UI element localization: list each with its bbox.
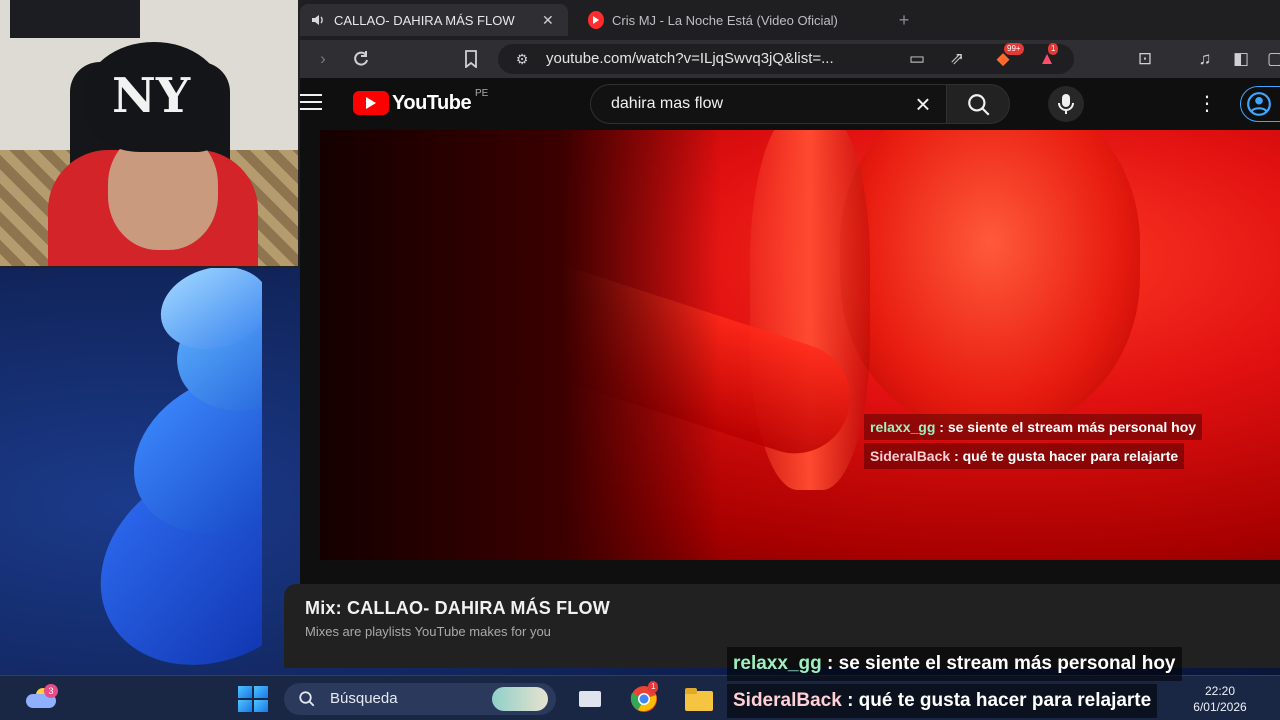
chat-text: : qué te gusta hacer para relajarte xyxy=(847,690,1152,711)
stream-chat-message: relaxx_gg : se siente el stream más pers… xyxy=(727,647,1182,681)
search-highlight-icon xyxy=(492,687,548,711)
audio-playing-icon xyxy=(310,12,326,28)
cast-icon[interactable]: ▭ xyxy=(904,46,930,72)
rewards-badge: 1 xyxy=(1048,43,1059,55)
taskbar-search-input[interactable]: Búsqueda xyxy=(284,683,556,715)
share-icon[interactable]: ⇗ xyxy=(944,46,970,72)
task-view-icon[interactable] xyxy=(576,685,604,713)
youtube-logo[interactable]: YouTube xyxy=(353,91,472,115)
chat-text: : se siente el stream más personal hoy xyxy=(827,653,1176,674)
wall-picture-frame xyxy=(10,0,140,38)
menu-hamburger-icon[interactable] xyxy=(300,94,322,114)
url-text: youtube.com/watch?v=ILjqSwvq3jQ&list=... xyxy=(546,50,834,67)
stream-chat-message: SideralBack : qué te gusta hacer para re… xyxy=(727,684,1158,718)
video-chat-message: relaxx_gg : se siente el stream más pers… xyxy=(864,414,1203,440)
video-subject-face xyxy=(840,130,1140,430)
screen: NY CALLAO- DAHIRA MÁS FLOW ✕ Cris MJ - L… xyxy=(0,0,1280,720)
webcam-overlay: NY xyxy=(0,0,300,268)
video-player[interactable]: relaxx_gg : se siente el stream más pers… xyxy=(320,130,1280,560)
more-options-icon[interactable]: ⋮ xyxy=(1195,92,1219,116)
chrome-icon[interactable]: 1 xyxy=(630,681,659,713)
new-tab-plus-icon[interactable]: + xyxy=(892,8,916,32)
windows-bloom-graphic xyxy=(0,268,262,678)
clock-time: 22:20 xyxy=(1204,684,1236,698)
weather-widget-icon[interactable]: 3 xyxy=(24,684,58,712)
sidebar-icon[interactable]: ◧ xyxy=(1228,46,1254,72)
chat-text: : qué te gusta hacer para relajarte xyxy=(954,448,1179,464)
close-tab-icon[interactable]: ✕ xyxy=(542,12,554,29)
youtube-favicon-icon xyxy=(588,11,604,29)
video-chat-message: SideralBack : qué te gusta hacer para re… xyxy=(864,443,1185,469)
chat-text: : se siente el stream más personal hoy xyxy=(939,419,1197,435)
brave-shields-icon[interactable]: ◆ 99+ xyxy=(990,43,1024,72)
microphone-icon xyxy=(1058,94,1074,114)
clock-date: 6/01/2026 xyxy=(1193,700,1247,714)
weather-badge: 3 xyxy=(44,684,58,698)
cap-logo: NY xyxy=(112,68,191,124)
tab-bar: CALLAO- DAHIRA MÁS FLOW ✕ Cris MJ - La N… xyxy=(300,0,1280,40)
playlist-subtitle: Mixes are playlists YouTube makes for yo… xyxy=(305,624,551,639)
chat-username: SideralBack xyxy=(733,690,842,711)
youtube-play-logo-icon xyxy=(353,91,389,115)
tab-callao-dahira[interactable]: CALLAO- DAHIRA MÁS FLOW ✕ xyxy=(300,4,568,36)
browser-toolbar: › ⚙ youtube.com/watch?v=ILjqSwvq3jQ&list… xyxy=(300,40,1280,78)
browser-window: CALLAO- DAHIRA MÁS FLOW ✕ Cris MJ - La N… xyxy=(300,0,1280,668)
youtube-logo-text: YouTube xyxy=(392,91,472,114)
media-controls-icon[interactable]: ♫ xyxy=(1192,46,1218,72)
tab-title: Cris MJ - La Noche Está (Video Oficial) xyxy=(612,12,838,28)
tab-search-icon[interactable]: ⊡ xyxy=(1132,46,1158,72)
youtube-search-input[interactable]: dahira mas flow × xyxy=(590,84,946,124)
brave-rewards-icon[interactable]: ▲ 1 xyxy=(1034,43,1060,72)
chat-username: relaxx_gg xyxy=(870,419,936,435)
bookmark-icon[interactable] xyxy=(458,46,484,72)
system-clock[interactable]: 22:20 6/01/2026 xyxy=(1180,683,1260,715)
forward-icon[interactable]: › xyxy=(310,46,336,72)
search-icon xyxy=(968,94,990,116)
tab-title: CALLAO- DAHIRA MÁS FLOW xyxy=(334,12,515,28)
windows-start-icon[interactable] xyxy=(238,686,268,712)
tab-cris-mj[interactable]: Cris MJ - La Noche Está (Video Oficial) xyxy=(578,4,878,36)
site-settings-icon[interactable]: ⚙ xyxy=(510,47,534,71)
search-button[interactable] xyxy=(946,84,1010,124)
youtube-header: YouTube PE dahira mas flow × ⋮ xyxy=(300,78,1280,130)
region-code: PE xyxy=(475,88,489,99)
search-icon xyxy=(299,691,315,707)
search-placeholder: Búsqueda xyxy=(330,690,398,707)
file-explorer-icon[interactable] xyxy=(684,685,713,713)
search-query-text: dahira mas flow xyxy=(611,95,724,112)
account-icon xyxy=(1247,92,1271,116)
playlist-title: Mix: CALLAO- DAHIRA MÁS FLOW xyxy=(305,598,610,618)
voice-search-button[interactable] xyxy=(1048,86,1084,122)
chat-username: relaxx_gg xyxy=(733,653,822,674)
reload-icon[interactable] xyxy=(348,46,374,72)
clear-search-icon[interactable]: × xyxy=(908,89,938,119)
chat-username: SideralBack xyxy=(870,448,951,464)
brave-badge: 99+ xyxy=(1004,43,1024,55)
sign-in-button[interactable] xyxy=(1240,86,1280,122)
address-bar[interactable]: ⚙ youtube.com/watch?v=ILjqSwvq3jQ&list=.… xyxy=(498,43,1074,74)
window-icon[interactable]: ▢ xyxy=(1262,46,1280,72)
